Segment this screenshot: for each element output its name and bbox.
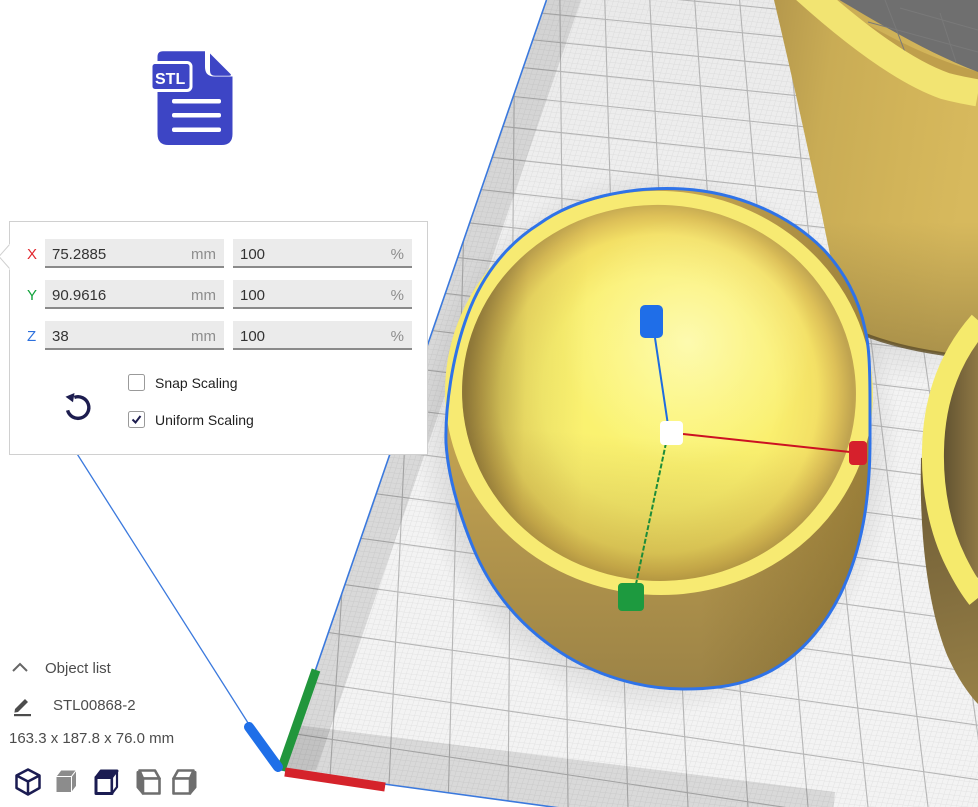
svg-text:STL: STL (155, 71, 185, 88)
